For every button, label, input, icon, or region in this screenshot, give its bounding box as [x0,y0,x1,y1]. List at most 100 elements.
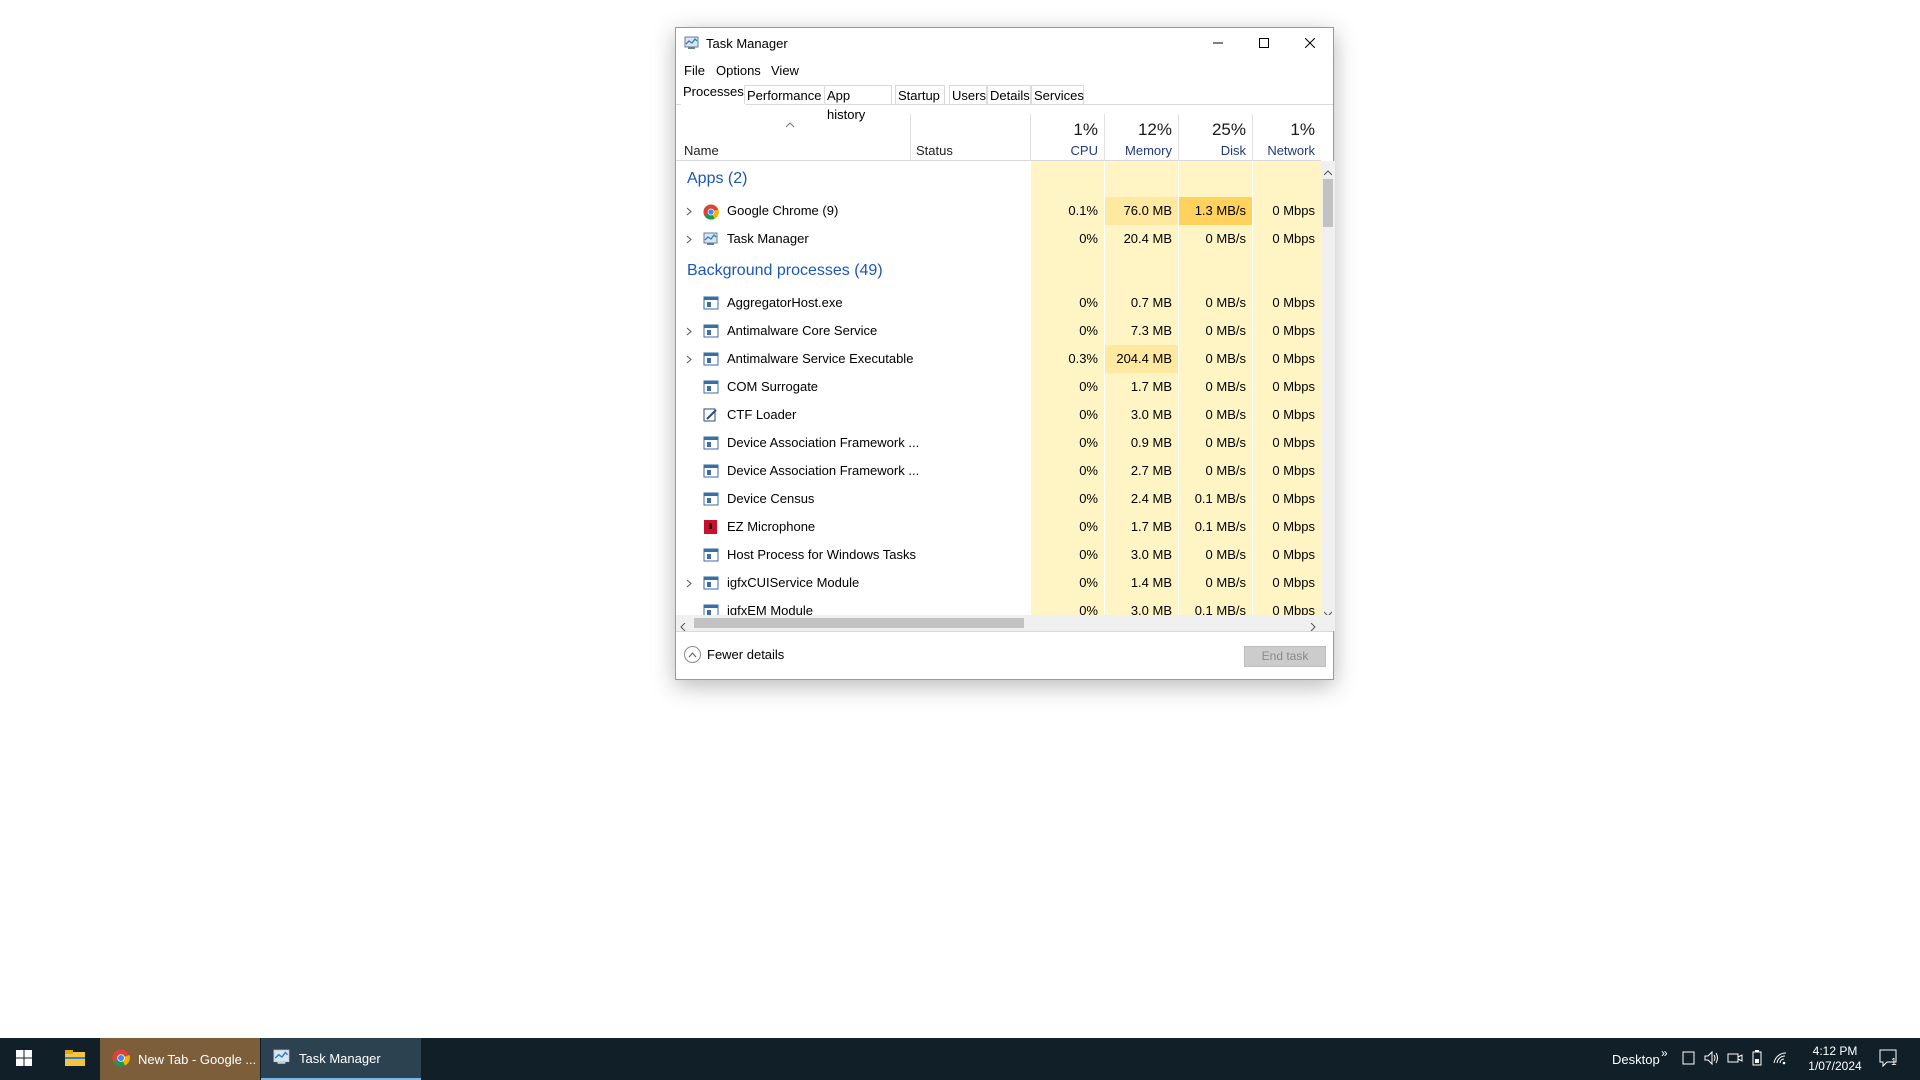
process-memory: 76.0 MB [1105,197,1178,225]
process-row[interactable]: Antimalware Core Service 0% 7.3 MB 0 MB/s 0 … [676,317,1321,345]
process-row[interactable]: COM Surrogate 0% 1.7 MB 0 MB/s 0 Mbps [676,373,1321,401]
process-row[interactable]: Task Manager 0% 20.4 MB 0 MB/s 0 Mbps [676,225,1321,253]
process-network: 0 Mbps [1272,231,1315,246]
process-row[interactable]: Device Association Framework ... 0% 0.9 MB… [676,429,1321,457]
process-row[interactable]: CTF Loader 0% 3.0 MB 0 MB/s 0 Mbps [676,401,1321,429]
column-name[interactable]: Name [684,143,719,158]
meet-now-icon[interactable] [1727,1050,1743,1069]
action-center-button[interactable]: 1 [1878,1048,1900,1071]
toolbar-overflow-chevron[interactable]: » [1661,1032,1668,1074]
process-memory: 20.4 MB [1123,231,1172,246]
column-cpu[interactable]: 1% CPU [1031,114,1104,160]
process-memory: 2.7 MB [1130,463,1172,478]
process-disk: 0 MB/s [1205,351,1246,366]
menu-view[interactable]: View [771,63,799,78]
end-task-button[interactable]: End task [1244,646,1326,667]
title-bar[interactable]: Task Manager [676,28,1333,58]
chevron-right-icon[interactable] [683,345,695,373]
process-cpu: 0% [1079,463,1098,478]
window-title: Task Manager [706,36,788,51]
clock[interactable]: 4:12 PM 1/07/2024 [1800,1044,1870,1074]
process-memory: 3.0 MB [1130,407,1172,422]
tab-processes[interactable]: Processes [681,82,746,105]
tab-startup[interactable]: Startup [895,85,945,104]
tab-services[interactable]: Services [1031,85,1084,104]
process-network: 0 Mbps [1272,519,1315,534]
tablet-icon[interactable] [1682,1050,1696,1069]
process-name: Antimalware Core Service [727,323,878,338]
process-disk: 0 MB/s [1205,547,1246,562]
menu-options[interactable]: Options [716,63,761,78]
process-row[interactable]: Host Process for Windows Tasks 0% 3.0 MB 0 … [676,541,1321,569]
sort-ascending-icon [785,116,795,131]
chevron-right-icon[interactable] [683,317,695,345]
vertical-scrollbar[interactable] [1321,161,1335,617]
minimize-button[interactable] [1195,28,1241,58]
process-network: 0 Mbps [1272,575,1315,590]
process-name: Host Process for Windows Tasks [727,547,917,562]
process-name: AggregatorHost.exe [727,295,843,310]
windows-logo-icon [16,1049,32,1069]
horizontal-scrollbar[interactable] [676,615,1321,632]
tab-users[interactable]: Users [949,85,987,104]
process-cpu: 0.1% [1068,203,1098,218]
process-disk: 0.1 MB/s [1194,491,1246,506]
column-status[interactable]: Status [916,143,953,158]
cpu-label: CPU [1070,143,1098,158]
battery-icon[interactable] [1751,1050,1763,1069]
chevron-right-icon[interactable] [683,225,695,253]
process-cpu: 0% [1079,295,1098,310]
process-disk: 0.1 MB/s [1194,519,1246,534]
process-row[interactable]: Device Association Framework ... 0% 2.7 MB… [676,457,1321,485]
process-icon [703,324,719,338]
process-memory: 0.9 MB [1130,435,1172,450]
process-row[interactable]: Antimalware Service Executable 0.3% 204.4 … [676,345,1321,373]
menu-file[interactable]: File [684,63,705,78]
tab-details[interactable]: Details [987,85,1031,104]
start-button[interactable] [0,1038,48,1080]
background-group-header-title: Background processes (49) [687,262,883,279]
chevron-right-icon[interactable] [683,197,695,225]
process-disk: 0 MB/s [1205,295,1246,310]
file-explorer-button[interactable] [52,1038,98,1080]
ctf-loader-icon [703,408,719,422]
process-icon [703,576,719,590]
column-network[interactable]: 1% Network [1253,114,1321,160]
desktop-toolbar[interactable]: Desktop [1612,1038,1660,1080]
horizontal-scroll-thumb[interactable] [694,618,1024,628]
wifi-icon[interactable] [1772,1050,1788,1069]
process-row[interactable]: Device Census 0% 2.4 MB 0.1 MB/s 0 Mbps [676,485,1321,513]
fewer-details-button[interactable]: Fewer details [684,646,784,663]
process-name: Device Association Framework ... [727,435,920,450]
close-button[interactable] [1287,28,1333,58]
tab-app-history[interactable]: App history [824,85,892,122]
task-manager-icon [703,232,719,246]
scroll-up-icon[interactable] [1323,164,1333,179]
tab-performance[interactable]: Performance [744,85,828,104]
memory-total: 12% [1137,120,1172,139]
process-network: 0 Mbps [1272,435,1315,450]
process-network: 0 Mbps [1272,379,1315,394]
process-memory: 7.3 MB [1130,323,1172,338]
process-name: Device Association Framework ... [727,463,920,478]
taskbar-task-manager[interactable]: Task Manager [261,1038,421,1080]
process-row[interactable]: Google Chrome (9) 0.1% 76.0 MB 1.3 MB/s 0 Mb… [676,197,1321,225]
column-divider[interactable] [910,114,911,160]
column-disk[interactable]: 25% Disk [1179,114,1252,160]
chrome-icon [112,1049,130,1070]
column-memory[interactable]: 12% Memory [1105,114,1178,160]
process-row[interactable]: igfxCUIService Module 0% 1.4 MB 0 MB/s 0 Mbp… [676,569,1321,597]
chevron-right-icon[interactable] [683,569,695,597]
process-row[interactable]: AggregatorHost.exe 0% 0.7 MB 0 MB/s 0 Mbps [676,289,1321,317]
process-row[interactable]: igfxEM Module 0% 3.0 MB 0.1 MB/s 0 Mbps [676,597,1321,615]
process-icon [703,436,719,450]
vertical-scroll-thumb[interactable] [1323,179,1333,227]
process-disk: 0.1 MB/s [1194,603,1246,615]
volume-icon[interactable] [1703,1050,1719,1069]
process-cpu: 0% [1079,491,1098,506]
maximize-button[interactable] [1241,28,1287,58]
process-cpu: 0% [1079,575,1098,590]
process-memory: 2.4 MB [1130,491,1172,506]
taskbar-chrome[interactable]: New Tab - Google ... [100,1038,260,1080]
process-row[interactable]: EZ Microphone 0% 1.7 MB 0.1 MB/s 0 Mbps [676,513,1321,541]
